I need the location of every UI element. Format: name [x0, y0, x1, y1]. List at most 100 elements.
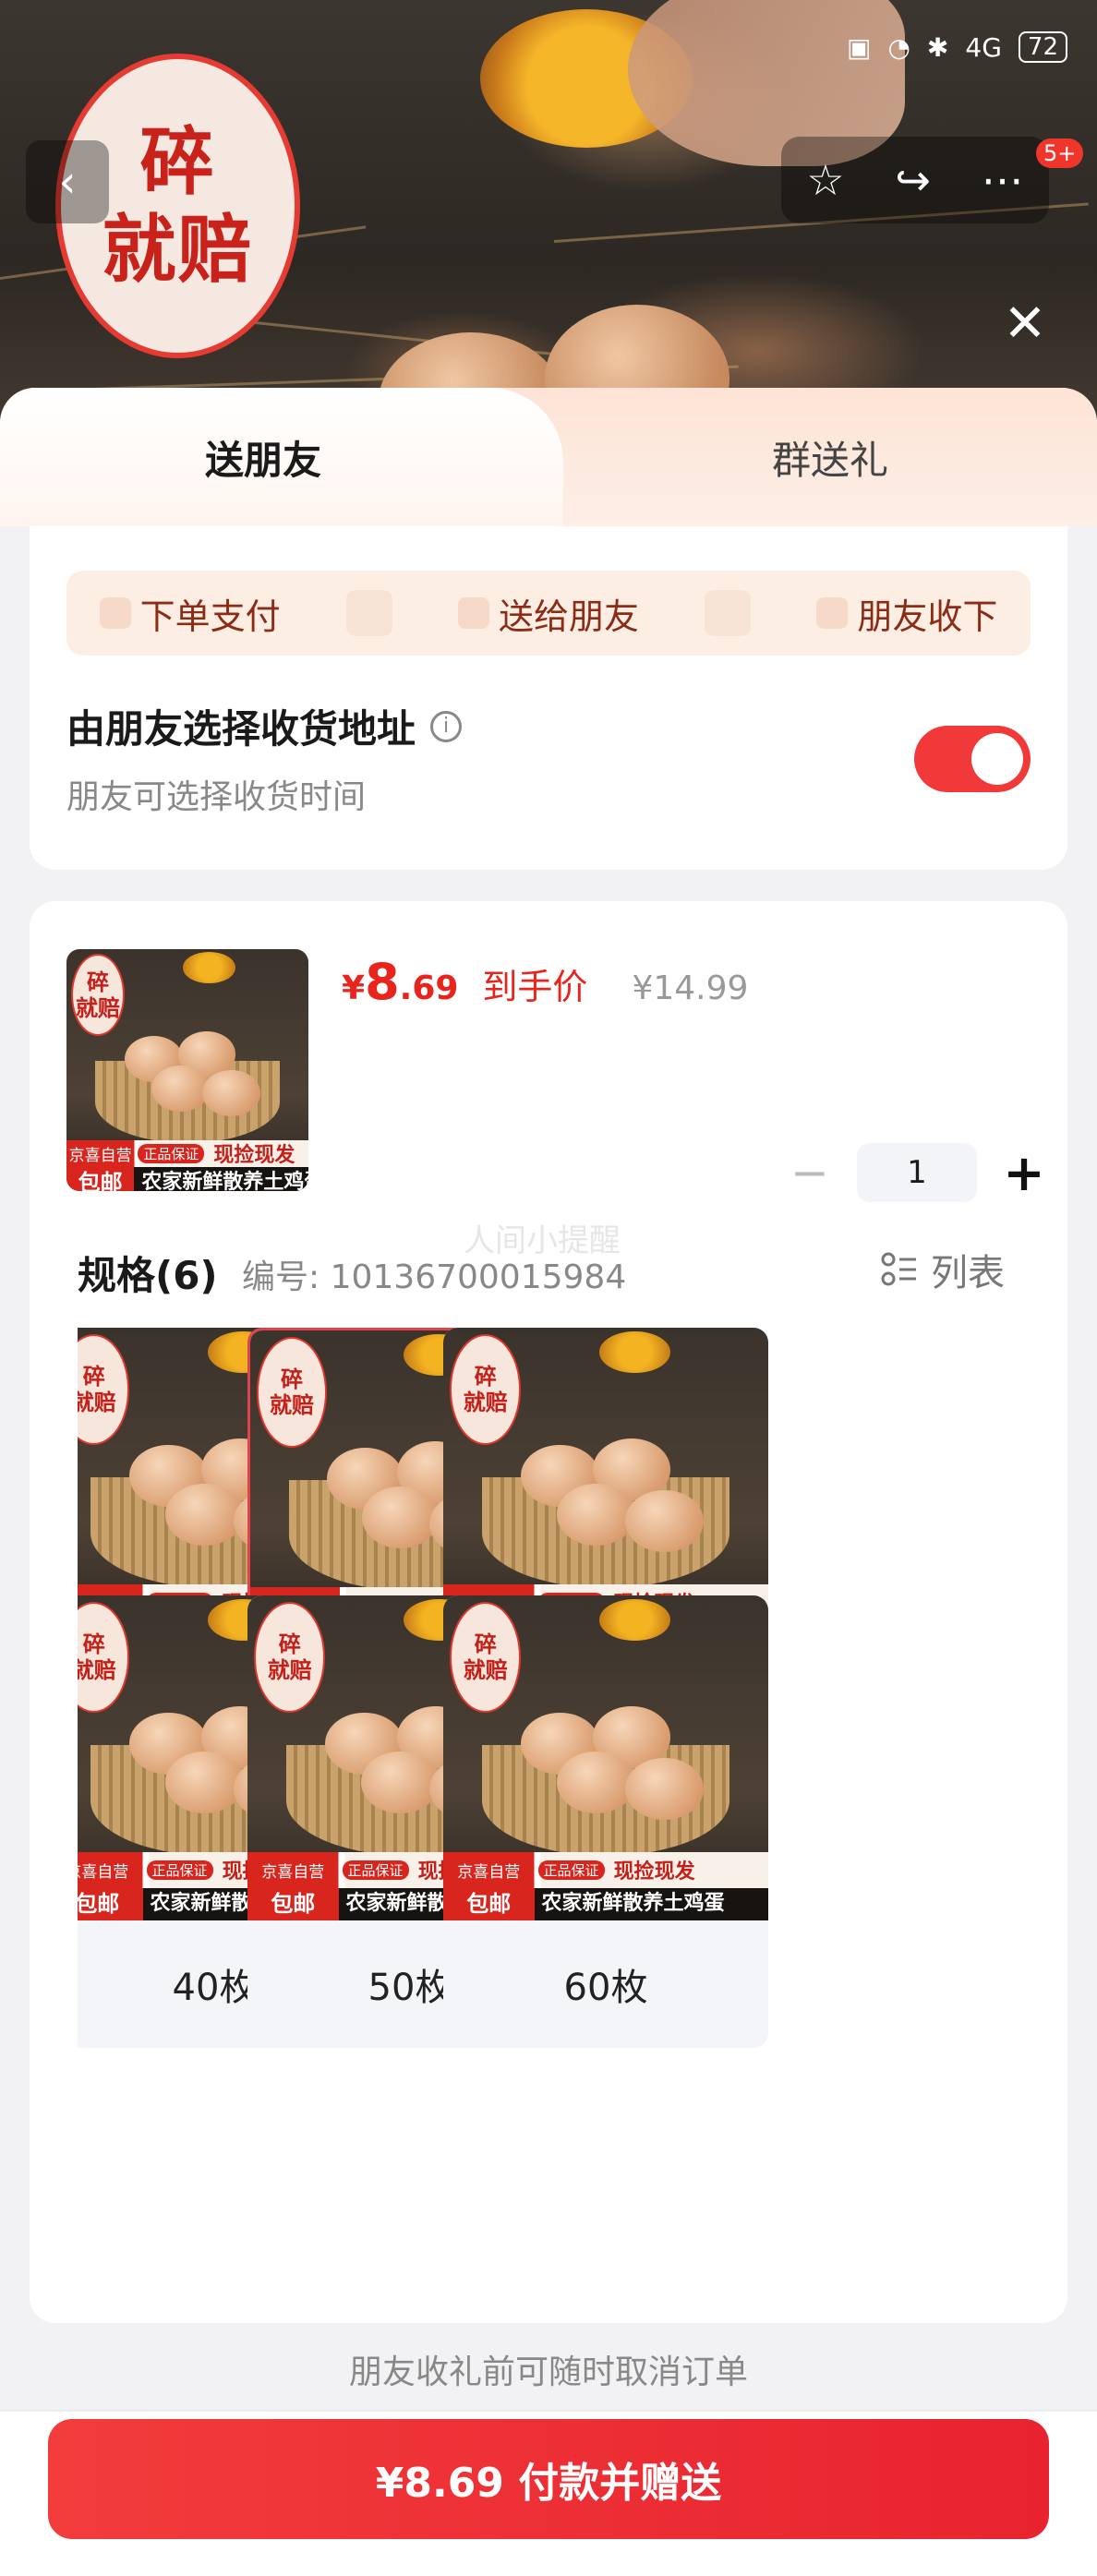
step-label: 朋友收下 [857, 596, 998, 637]
promo-bar: 京喜自营 正品保证 现捡现发 [66, 1139, 308, 1168]
alarm-icon: ◔ [887, 31, 910, 63]
quantity-input[interactable]: 1 [857, 1143, 977, 1202]
yolk-image [598, 1330, 671, 1374]
badge-text: 碎 [82, 1631, 105, 1657]
step-label: 下单支付 [139, 596, 281, 637]
promo-bar: 京喜自营正品保证现捡现发 [443, 1852, 768, 1888]
tag-text: 正品保证 [146, 1860, 213, 1880]
share-icon[interactable]: ↪ [895, 155, 931, 205]
product-name-text: 农家新鲜散养土鸡蛋 [134, 1166, 308, 1191]
original-price: ¥14.99 [632, 969, 749, 1007]
step-send: 送给朋友 [457, 588, 639, 639]
arrow-icon [345, 590, 392, 636]
back-button[interactable]: ‹ [26, 140, 109, 223]
egg-image [625, 1490, 704, 1552]
egg-product-image: 碎就赔京喜自营正品保证现捡现发包邮农家新鲜散养土鸡蛋 [443, 1595, 768, 1920]
mini-badge: 碎就赔 [256, 1337, 328, 1448]
spec-option[interactable]: 碎就赔 京喜自营 正品保证 现捡现发 包邮 农家新鲜散养土鸡蛋 60枚 [443, 1595, 768, 2048]
nfc-icon: ▣ [847, 31, 872, 63]
badge-text: 就赔 [267, 1656, 312, 1683]
pay-icon [99, 597, 131, 629]
pay-and-gift-button[interactable]: ¥8.69 付款并赠送 [48, 2419, 1049, 2539]
badge-text: 碎 [82, 1363, 105, 1390]
product-name-text: 农家新鲜散养土鸡蛋 [534, 1887, 768, 1920]
egg-image [625, 1758, 704, 1820]
notification-badge: 5+ [1036, 138, 1084, 168]
list-label: 列表 [931, 1252, 1005, 1294]
address-option-title: 由朋友选择收货地址 i [66, 698, 463, 754]
tag-text: 正品保证 [537, 1860, 605, 1880]
gift-icon [457, 597, 489, 629]
address-option-subtitle: 朋友可选择收货时间 [66, 778, 367, 816]
chevron-left-icon: ‹ [58, 156, 77, 208]
egg-image [362, 1486, 440, 1548]
price-row: ¥8.69 到手价 ¥14.99 [342, 953, 748, 1011]
tab-group-gift[interactable]: 群送礼 [563, 388, 1097, 526]
cancel-note: 朋友收礼前可随时取消订单 [348, 2353, 748, 2391]
arrow-icon [705, 590, 752, 636]
price-decimal: .69 [399, 969, 459, 1007]
badge-text: 碎 [474, 1363, 497, 1390]
price-integer: 8 [365, 953, 400, 1011]
gift-sheet: 群送礼 送朋友 下单支付 送给朋友 朋友收下 由朋友选择收货地址 i 朋友可选择… [0, 388, 1097, 2576]
free-ship-text: 包邮 [78, 1887, 143, 1920]
product-card: 碎 就赔 京喜自营 正品保证 现捡现发 包邮 农家新鲜散养土鸡蛋 ¥8.69 到… [30, 901, 1067, 2323]
badge-text: 碎 [474, 1631, 497, 1657]
badge-text: 就赔 [463, 1389, 508, 1415]
tag-text: 正品保证 [342, 1860, 409, 1880]
tab-label: 群送礼 [771, 437, 888, 483]
name-bar: 包邮 农家新鲜散养土鸡蛋 [66, 1166, 308, 1191]
badge-text: 碎 [278, 1631, 301, 1657]
spec-title: 规格(6) [78, 1253, 218, 1298]
minus-button[interactable]: − [787, 1146, 833, 1199]
mini-badge: 碎就赔 [78, 1602, 130, 1713]
yolk-image [182, 951, 236, 983]
store-text: 京喜自营 [457, 1862, 521, 1882]
tab-label: 送朋友 [204, 437, 321, 483]
store-text: 京喜自营 [78, 1862, 129, 1882]
watermark-text: 人间小提醒 [464, 1222, 621, 1259]
step-label: 送给朋友 [498, 596, 639, 637]
slogan-text: 现捡现发 [213, 1144, 295, 1168]
list-icon [881, 1252, 916, 1286]
name-bar: 包邮农家新鲜散养土鸡蛋 [443, 1887, 768, 1920]
egg-image [361, 1751, 440, 1813]
mini-badge: 碎 就赔 [71, 954, 125, 1037]
badge-line1: 碎 [139, 119, 216, 205]
currency-symbol: ¥ [342, 969, 366, 1007]
product-photo-background: ▣ ◔ ✱ 4G 72 碎 就赔 ‹ ☆ ↪ ⋯ 5+ ✕ [0, 0, 1097, 434]
list-view-button[interactable]: 列表 [881, 1243, 1005, 1296]
store-text: 京喜自营 [261, 1862, 325, 1882]
spec-options-grid: 碎就赔京喜自营正品保证现捡现发包邮农家新鲜散养土鸡蛋10枚/50g±5g碎就赔京… [78, 1328, 1047, 2260]
mini-badge: 碎就赔 [450, 1334, 522, 1445]
address-title-text: 由朋友选择收货地址 [66, 706, 416, 752]
gift-flow-card: 下单支付 送给朋友 朋友收下 由朋友选择收货地址 i 朋友可选择收货时间 [30, 526, 1067, 870]
star-icon[interactable]: ☆ [806, 155, 844, 205]
free-ship-text: 包邮 [443, 1887, 535, 1920]
egg-product-image: 碎 就赔 京喜自营 正品保证 现捡现发 包邮 农家新鲜散养土鸡蛋 [66, 949, 308, 1191]
badge-text: 就赔 [269, 1391, 314, 1418]
receive-icon [816, 597, 849, 629]
store-text: 京喜自营 [68, 1146, 132, 1165]
gift-tabs: 群送礼 送朋友 [0, 388, 1097, 526]
egg-image [165, 1751, 244, 1813]
close-icon[interactable]: ✕ [995, 294, 1055, 354]
more-icon[interactable]: ⋯ [982, 155, 1024, 205]
slogan-text: 现捡现发 [613, 1860, 695, 1884]
egg-image [557, 1751, 635, 1813]
top-action-bar: ☆ ↪ ⋯ [781, 137, 1049, 223]
quantity-stepper: − 1 + [787, 1143, 1047, 1202]
plus-button[interactable]: + [1001, 1144, 1047, 1202]
egg-image [151, 1065, 210, 1112]
info-icon[interactable]: i [430, 710, 463, 742]
step-receive: 朋友收下 [816, 588, 997, 639]
badge-line2: 就赔 [102, 207, 254, 293]
badge-text: 碎 [87, 969, 110, 995]
egg-image [165, 1483, 244, 1546]
free-ship-text: 包邮 [66, 1166, 135, 1191]
spec-option-label: 60枚 [563, 1967, 648, 2009]
spec-option-image: 碎就赔京喜自营正品保证现捡现发包邮农家新鲜散养土鸡蛋 [443, 1595, 768, 1920]
bluetooth-icon: ✱ [926, 31, 949, 63]
tab-send-friend[interactable]: 送朋友 [0, 388, 563, 526]
friend-address-toggle[interactable] [914, 726, 1031, 792]
